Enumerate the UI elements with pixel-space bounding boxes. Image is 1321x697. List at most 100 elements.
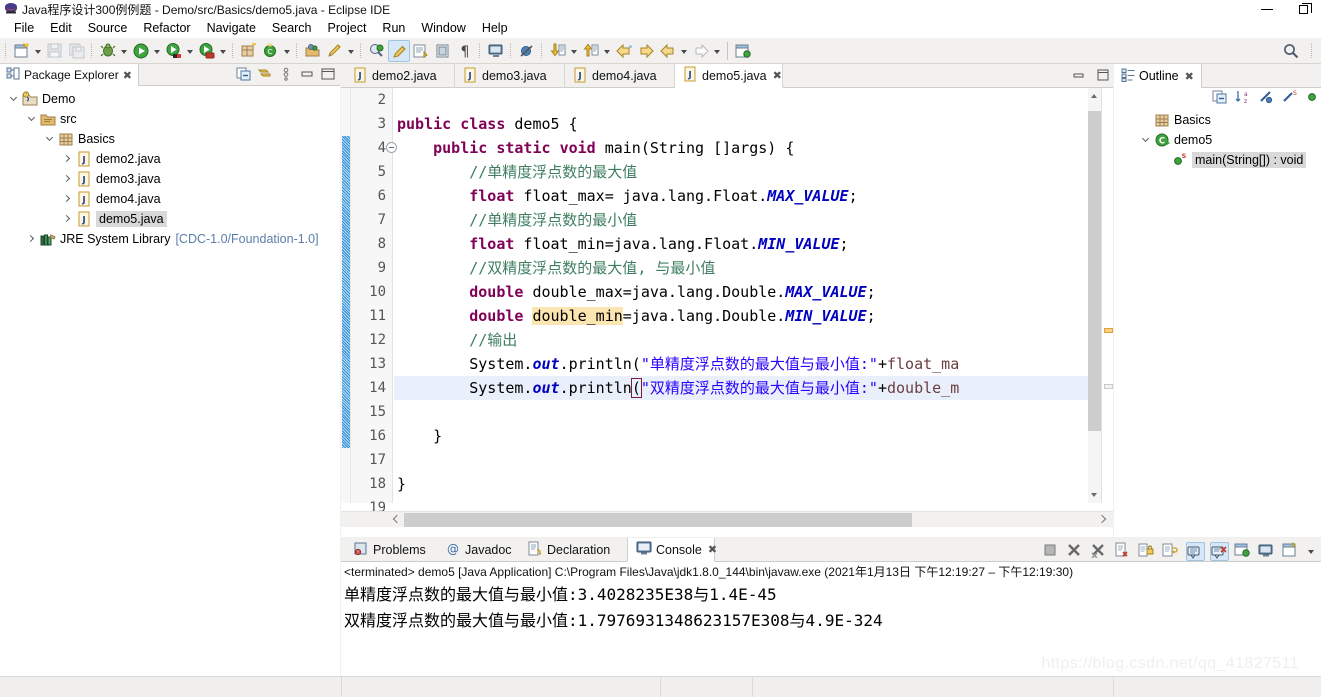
code-line[interactable]: } — [394, 424, 1090, 448]
link-with-editor-icon[interactable] — [257, 66, 275, 84]
remove-launch-icon[interactable] — [1066, 542, 1085, 561]
word-wrap-icon[interactable] — [1162, 542, 1181, 561]
open-type-icon[interactable] — [302, 40, 324, 62]
hscrollbar-thumb[interactable] — [404, 513, 912, 527]
hide-static-icon[interactable]: S — [1281, 89, 1298, 106]
maximize-icon[interactable] — [1096, 68, 1110, 85]
scroll-right-arrow[interactable] — [1095, 512, 1111, 528]
console-panel-tab[interactable]: Declaration — [519, 538, 627, 562]
previous-annotation-icon[interactable] — [580, 40, 602, 62]
menu-refactor[interactable]: Refactor — [135, 20, 198, 36]
run-dropdown-arrow[interactable] — [152, 40, 163, 62]
code-line[interactable]: float float_min=java.lang.Float.MIN_VALU… — [394, 232, 1090, 256]
code-line[interactable]: //单精度浮点数的最小值 — [394, 208, 1090, 232]
open-console-icon[interactable] — [1282, 541, 1301, 561]
editor-tab[interactable]: Jdemo4.java — [565, 64, 675, 88]
code-line[interactable]: System.out.println("双精度浮点数的最大值与最小值:"+dou… — [394, 376, 1090, 400]
code-line[interactable]: //双精度浮点数的最大值, 与最小值 — [394, 256, 1090, 280]
run-icon[interactable] — [130, 40, 152, 62]
close-icon[interactable]: ✖ — [708, 543, 717, 556]
menu-project[interactable]: Project — [320, 20, 375, 36]
display-selected-console-icon[interactable] — [1258, 542, 1277, 561]
minimize-icon[interactable] — [1072, 68, 1086, 85]
new-class-dropdown-arrow[interactable] — [282, 40, 293, 62]
editor-tab[interactable]: Jdemo5.java ✖ — [675, 64, 783, 88]
code-line[interactable]: public static void main(String []args) { — [394, 136, 1090, 160]
external-tools-icon[interactable] — [196, 40, 218, 62]
scroll-left-arrow[interactable] — [388, 512, 404, 528]
scroll-lock-icon[interactable] — [1138, 542, 1157, 561]
tree-expander[interactable] — [60, 191, 76, 207]
remove-all-terminated-icon[interactable] — [1090, 542, 1109, 561]
clear-console-icon[interactable] — [1114, 542, 1133, 561]
show-console-on-error-icon[interactable] — [1210, 541, 1229, 561]
close-icon[interactable]: ✖ — [123, 69, 132, 82]
forward-dropdown-arrow[interactable] — [712, 40, 723, 62]
menu-search[interactable]: Search — [264, 20, 320, 36]
hide-fields-icon[interactable] — [1258, 89, 1275, 106]
outline-tree[interactable]: Basics Cdemo5 Smain(String[]) : void — [1114, 110, 1321, 170]
tree-item[interactable]: Jdemo5.java — [0, 209, 340, 229]
debug-icon[interactable] — [97, 40, 119, 62]
maximize-button[interactable] — [1285, 0, 1321, 18]
next-edit-location-icon[interactable] — [635, 40, 657, 62]
tree-expander[interactable] — [6, 91, 22, 107]
forward-icon[interactable] — [690, 40, 712, 62]
menu-edit[interactable]: Edit — [42, 20, 80, 36]
next-annotation-dropdown-arrow[interactable] — [569, 40, 580, 62]
tab-package-explorer[interactable]: Package Explorer ✖ — [0, 64, 139, 86]
menu-window[interactable]: Window — [413, 20, 473, 36]
back-icon[interactable] — [657, 40, 679, 62]
code-line[interactable]: } — [394, 472, 1090, 496]
tree-item[interactable]: ! Demo — [0, 89, 340, 109]
outline-item[interactable]: Basics — [1114, 110, 1321, 130]
code-text-area[interactable]: public class demo5 { public static void … — [394, 88, 1090, 503]
search-icon[interactable] — [1280, 40, 1302, 62]
overview-ruler[interactable] — [1101, 88, 1113, 503]
close-icon[interactable]: ✖ — [773, 69, 782, 82]
open-task-icon[interactable] — [410, 40, 432, 62]
show-whitespace-icon[interactable]: ¶ — [454, 40, 476, 62]
editor-tab[interactable]: Jdemo3.java — [455, 64, 565, 88]
code-line[interactable]: double double_min=java.lang.Double.MIN_V… — [394, 304, 1090, 328]
sort-icon[interactable]: a z — [1235, 89, 1252, 106]
toggle-mark-occurrences-icon[interactable] — [388, 39, 410, 62]
new-wizard-icon[interactable] — [11, 40, 33, 62]
open-console-icon[interactable] — [485, 40, 507, 62]
search-reference-icon[interactable] — [366, 40, 388, 62]
console-panel-tab[interactable]: Console ✖ — [627, 538, 717, 562]
package-explorer-tree[interactable]: ! Demo src Basics Jdemo2.java Jdemo3.java Jdem… — [0, 86, 340, 676]
save-all-icon[interactable] — [66, 40, 88, 62]
coverage-dropdown-arrow[interactable] — [185, 40, 196, 62]
coverage-icon[interactable] — [163, 40, 185, 62]
folding-gutter[interactable] — [341, 88, 351, 503]
editor-horizontal-scrollbar[interactable] — [341, 511, 1113, 527]
tree-expander[interactable] — [24, 111, 40, 127]
code-line[interactable] — [394, 448, 1090, 472]
new-wizard-dropdown-arrow[interactable] — [33, 40, 44, 62]
tree-expander[interactable] — [1138, 132, 1154, 148]
scrollbar-thumb[interactable] — [1088, 111, 1101, 431]
tree-expander[interactable] — [1138, 112, 1154, 128]
minimize-button[interactable] — [1249, 0, 1285, 18]
menu-navigate[interactable]: Navigate — [199, 20, 264, 36]
tree-item[interactable]: Basics — [0, 129, 340, 149]
pin-console-icon[interactable] — [1234, 542, 1253, 561]
overview-marker-cursor[interactable] — [1104, 384, 1113, 389]
close-icon[interactable]: ✖ — [1185, 70, 1194, 83]
terminate-icon[interactable] — [1042, 542, 1061, 561]
show-console-on-output-icon[interactable] — [1186, 541, 1205, 561]
tree-expander[interactable] — [42, 131, 58, 147]
tree-expander[interactable] — [1156, 152, 1172, 168]
menu-run[interactable]: Run — [374, 20, 413, 36]
outline-item[interactable]: Smain(String[]) : void — [1114, 150, 1321, 170]
code-line[interactable]: float float_max= java.lang.Float.MAX_VAL… — [394, 184, 1090, 208]
external-tools-dropdown-arrow[interactable] — [218, 40, 229, 62]
back-dropdown-arrow[interactable] — [679, 40, 690, 62]
pencil-dropdown-arrow[interactable] — [346, 40, 357, 62]
tree-expander[interactable] — [60, 211, 76, 227]
code-line[interactable] — [394, 400, 1090, 424]
hide-nonpublic-icon[interactable] — [1304, 89, 1321, 106]
scroll-up-arrow[interactable] — [1088, 88, 1101, 104]
console-panel-tab[interactable]: @ Javadoc — [437, 538, 519, 562]
